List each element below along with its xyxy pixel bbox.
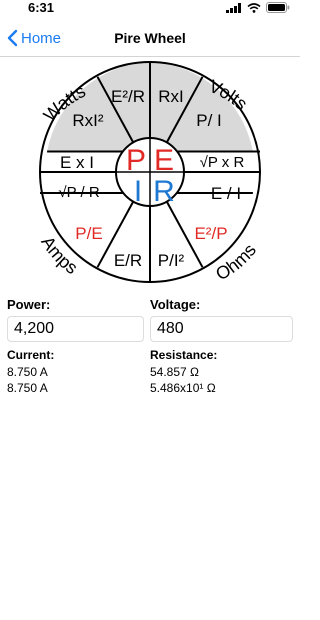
page-title: Pire Wheel — [114, 30, 186, 46]
resistance-value: 54.857 Ω — [150, 365, 200, 379]
center-letter-e: E — [154, 144, 174, 177]
formula-r-times-i2[interactable]: RxI² — [72, 111, 104, 130]
center-letter-i: I — [134, 175, 142, 208]
current-value-alt: 8.750 A — [7, 381, 48, 395]
nav-divider — [0, 56, 300, 57]
cellular-signal-icon — [226, 2, 241, 13]
voltage-label: Voltage: — [150, 297, 201, 312]
wifi-icon — [247, 2, 261, 13]
status-icons — [226, 2, 290, 13]
formula-sqrt-p-over-r[interactable]: √P / R — [58, 184, 99, 201]
formula-r-times-i[interactable]: RxI — [158, 87, 184, 106]
navigation-bar: Home Pire Wheel — [0, 18, 300, 58]
pire-wheel: P E I R E²/R RxI² E x I RxI P/ I √P x R … — [37, 61, 261, 284]
formula-sqrt-p-times-r[interactable]: √P x R — [200, 154, 245, 171]
formula-e2-over-p[interactable]: E²/P — [194, 224, 227, 243]
voltage-input[interactable] — [150, 316, 293, 342]
power-label: Power: — [7, 297, 51, 312]
quadrant-label-ohms: Ohms — [212, 240, 260, 284]
svg-text:Ohms: Ohms — [212, 240, 260, 284]
power-input[interactable] — [7, 316, 144, 342]
resistance-label: Resistance: — [150, 348, 218, 362]
formula-e2-over-r[interactable]: E²/R — [111, 87, 145, 106]
center-letter-r: R — [153, 175, 175, 208]
formula-p-over-i[interactable]: P/ I — [196, 111, 222, 130]
formula-e-over-i[interactable]: E / I — [211, 184, 241, 203]
center-letter-p: P — [126, 144, 146, 177]
resistance-value-alt: 5.486x10¹ Ω — [150, 381, 216, 395]
current-label: Current: — [7, 348, 55, 362]
formula-p-over-e[interactable]: P/E — [75, 224, 102, 243]
status-bar: 6:31 — [0, 0, 300, 18]
formula-e-times-i[interactable]: E x I — [60, 153, 94, 172]
formula-e-over-r[interactable]: E/R — [114, 251, 142, 270]
current-value: 8.750 A — [7, 365, 48, 379]
formula-p-over-i2[interactable]: P/I² — [158, 251, 185, 270]
status-time: 6:31 — [28, 0, 55, 15]
battery-icon — [266, 2, 290, 13]
